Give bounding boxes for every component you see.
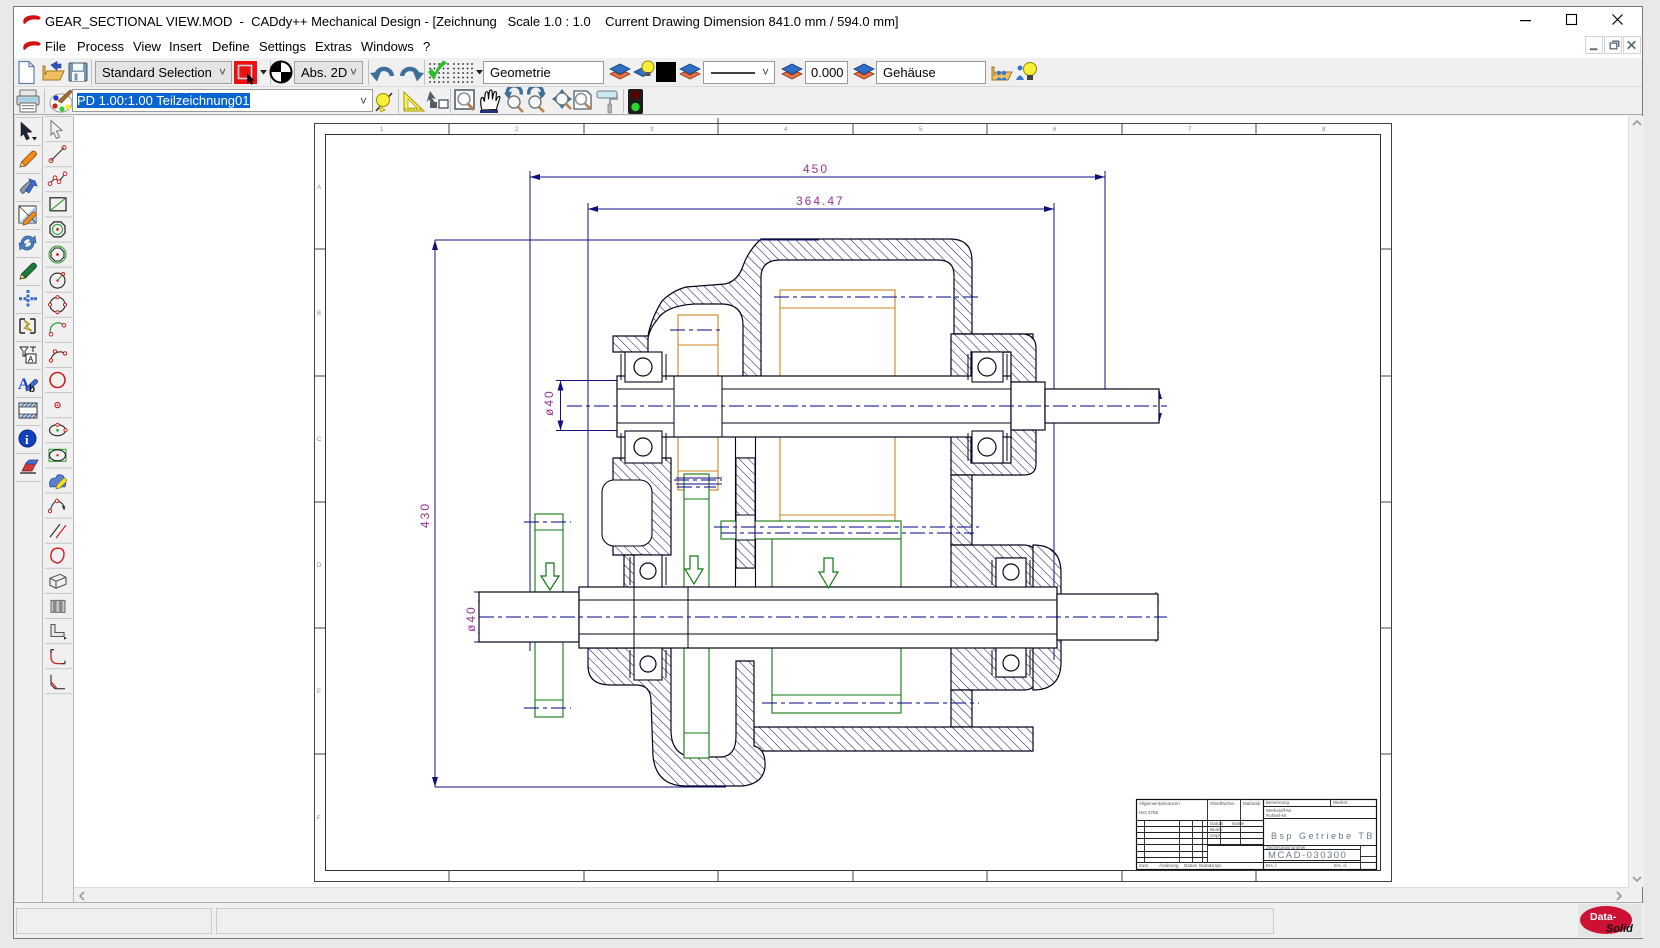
svg-text:Ers. d.: Ers. d. xyxy=(1334,863,1347,868)
svg-text:Bsp Getriebe TB: Bsp Getriebe TB xyxy=(1271,831,1375,841)
svg-text:Name: Name xyxy=(1232,821,1245,826)
svg-text:D: D xyxy=(317,563,322,569)
svg-text:A: A xyxy=(28,355,34,364)
svg-text:E: E xyxy=(317,689,321,695)
svg-text:Änderung: Änderung xyxy=(1159,862,1179,868)
svg-text:450: 450 xyxy=(803,162,829,176)
svg-text:430: 430 xyxy=(418,502,432,528)
svg-text:MCAD-030300: MCAD-030300 xyxy=(1268,850,1347,861)
svg-text:Solid: Solid xyxy=(1606,923,1633,935)
svg-text:Maßstab: Maßstab xyxy=(1243,801,1261,806)
svg-text:Benennung: Benennung xyxy=(1266,800,1290,805)
svg-text:Ers. f.: Ers. f. xyxy=(1266,863,1278,868)
svg-text:B: B xyxy=(317,311,321,317)
svg-text:b: b xyxy=(29,384,35,395)
svg-text:i: i xyxy=(25,432,29,447)
svg-text:Bearb.: Bearb. xyxy=(1210,827,1223,832)
svg-text:Gepr.: Gepr. xyxy=(1210,833,1221,838)
svg-text:ø40: ø40 xyxy=(542,389,556,416)
svg-text:Oberflächen: Oberflächen xyxy=(1210,801,1235,806)
svg-text:ISO 2768: ISO 2768 xyxy=(1139,810,1159,815)
svg-text:ø40: ø40 xyxy=(464,605,478,632)
svg-text:364.47: 364.47 xyxy=(796,194,845,208)
svg-text:Datum: Datum xyxy=(1210,821,1224,826)
svg-text:Werkst.: Werkst. xyxy=(1333,800,1348,805)
svg-text:Datum: Datum xyxy=(1184,863,1198,868)
svg-text:F: F xyxy=(317,816,321,822)
svg-text:Urspr.: Urspr. xyxy=(1210,863,1222,868)
svg-text:Data-: Data- xyxy=(1590,911,1617,923)
svg-text:Zust.: Zust. xyxy=(1139,863,1149,868)
svg-text:Allgemeintoleranzen: Allgemeintoleranzen xyxy=(1139,801,1180,806)
svg-text:Rohteil-Nr.: Rohteil-Nr. xyxy=(1266,813,1287,818)
svg-text:A: A xyxy=(317,185,321,191)
svg-text:C: C xyxy=(317,437,322,443)
